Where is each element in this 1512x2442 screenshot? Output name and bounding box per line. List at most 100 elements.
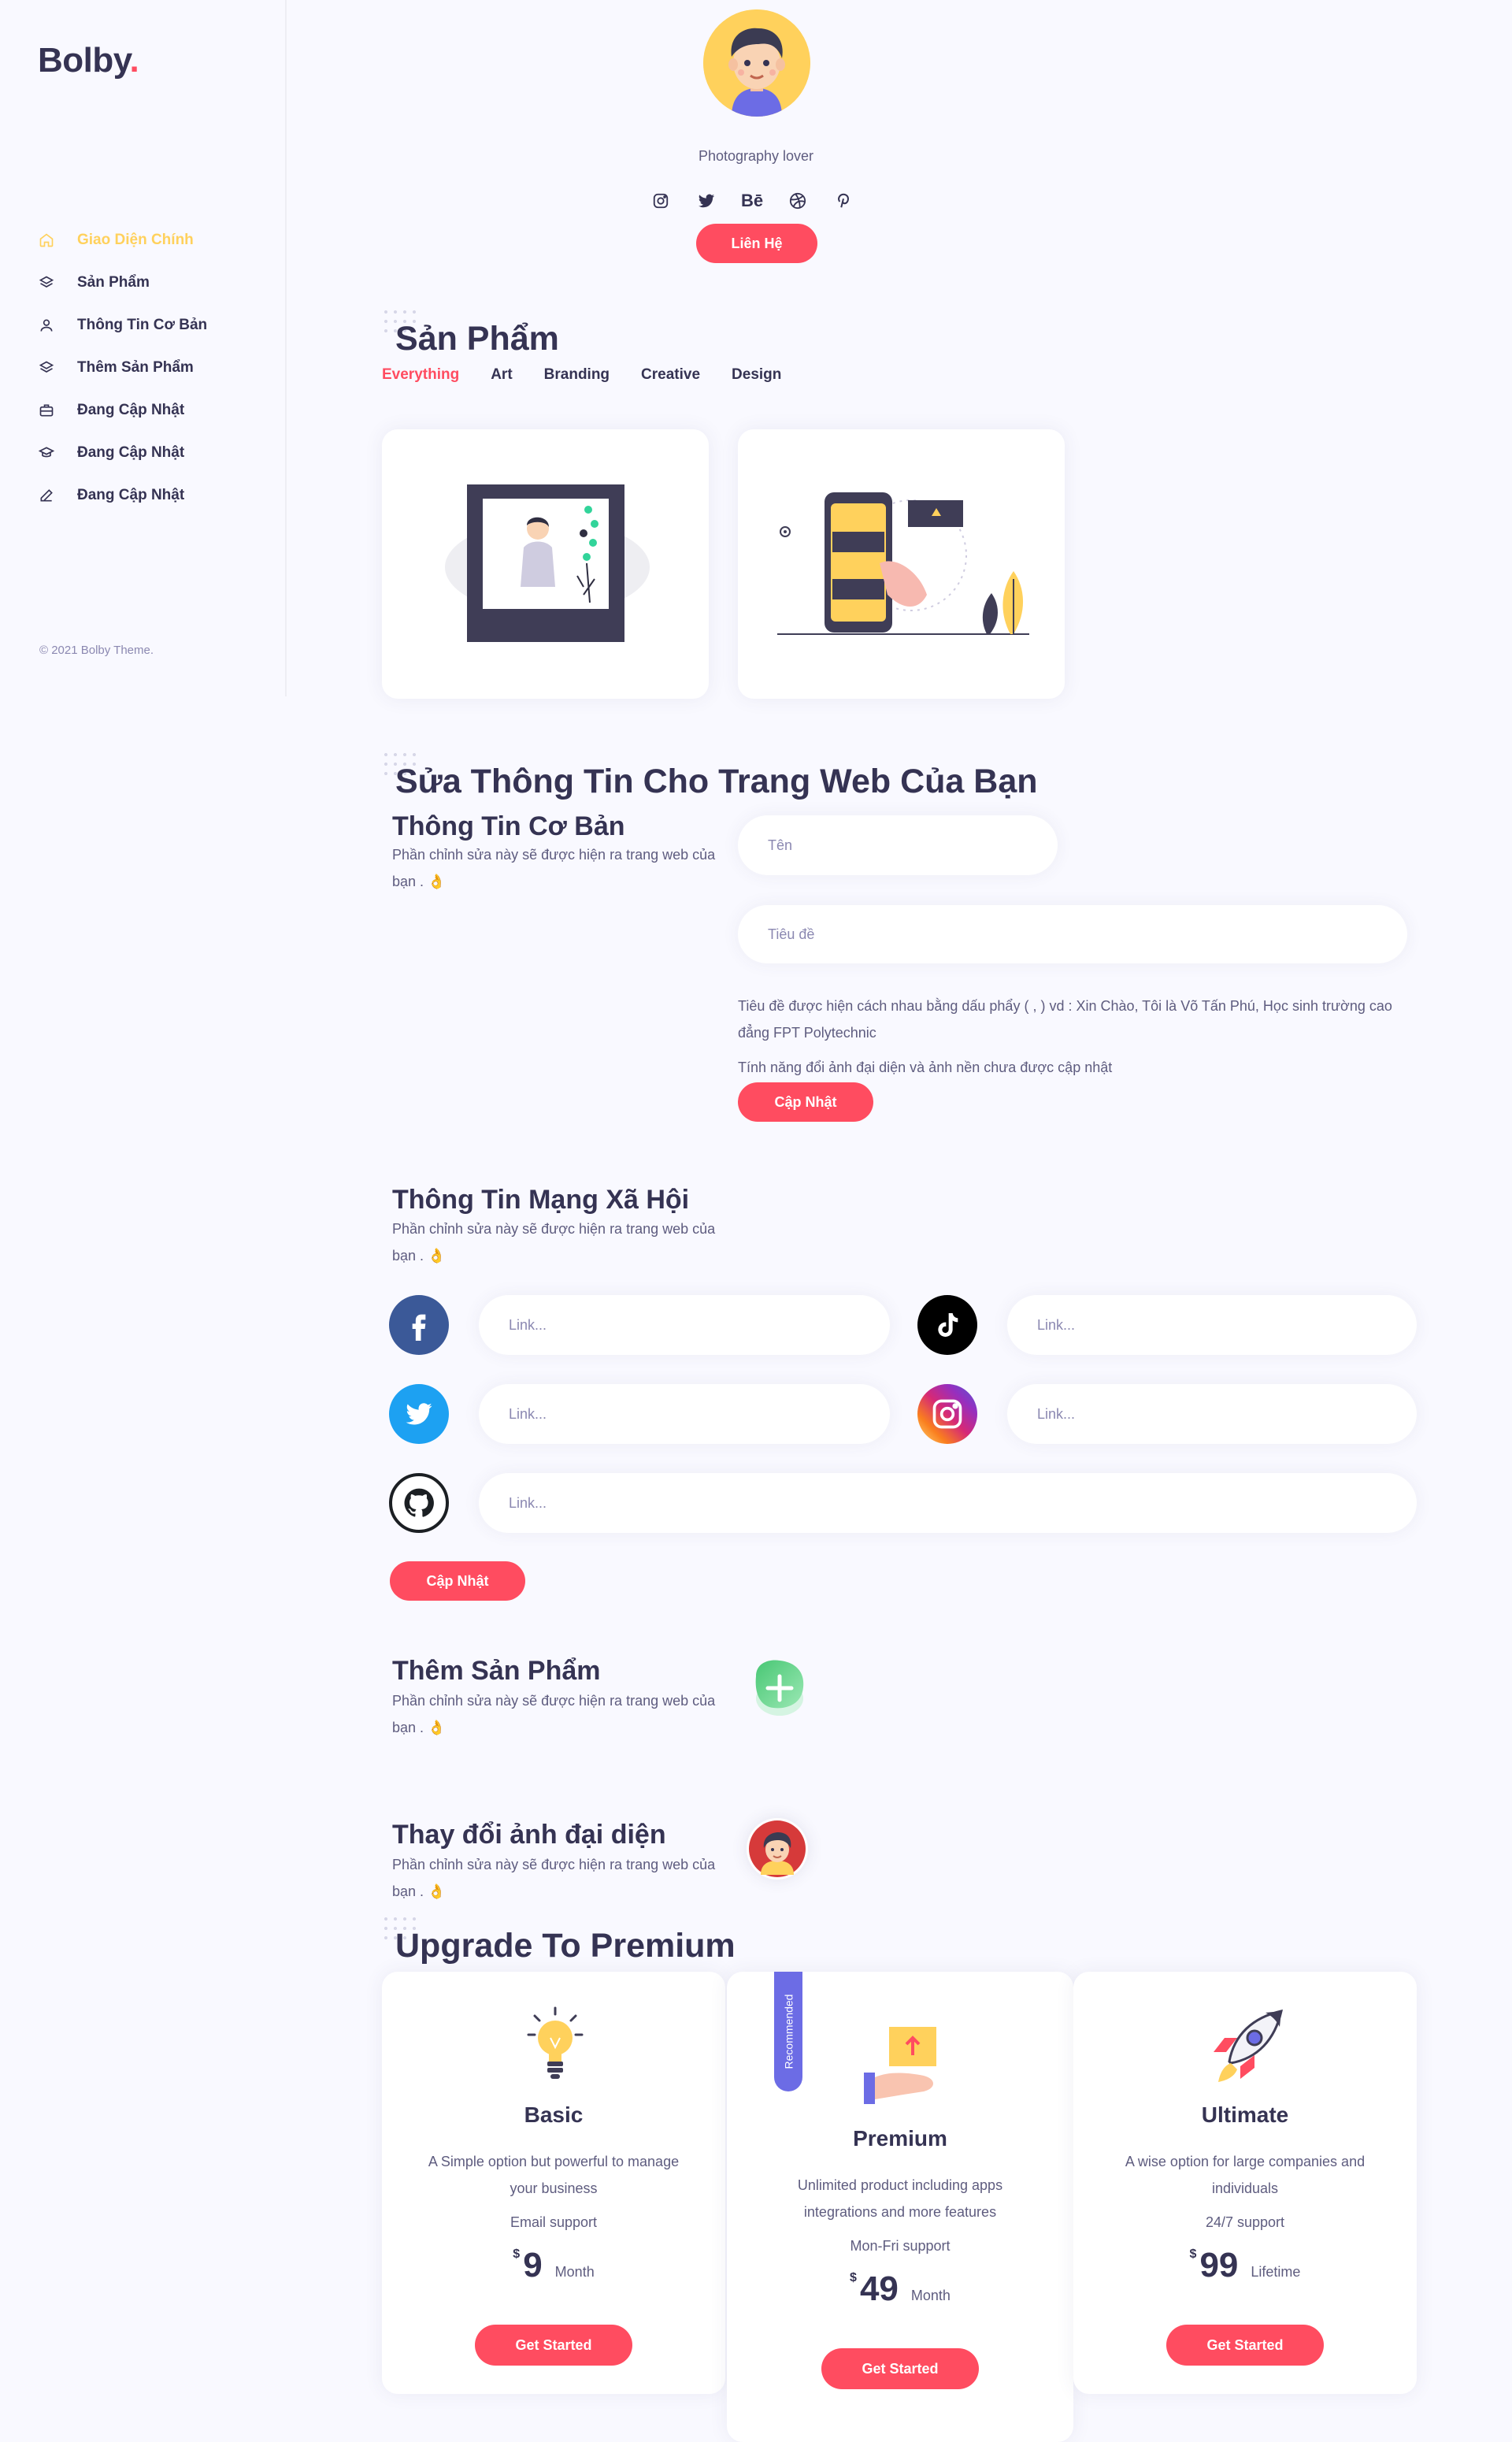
- plan-amount: 9: [523, 2246, 543, 2284]
- plan-price: $ 99 Lifetime: [1073, 2246, 1417, 2285]
- filter-creative[interactable]: Creative: [641, 366, 700, 384]
- get-started-button[interactable]: Get Started: [475, 2325, 632, 2366]
- add-product-button[interactable]: [742, 1653, 813, 1724]
- twitter-link-input[interactable]: Link...: [479, 1384, 890, 1444]
- plan-desc: A Simple option but powerful to manage y…: [428, 2154, 680, 2196]
- filter-design[interactable]: Design: [732, 366, 781, 384]
- contact-button[interactable]: Liên Hệ: [696, 224, 817, 263]
- change-avatar-button[interactable]: [747, 1818, 808, 1880]
- edit-icon: [38, 487, 55, 504]
- layers-icon: [38, 359, 55, 377]
- products-title: Sản Phẩm: [395, 320, 559, 358]
- recommended-ribbon: Recommended: [774, 1972, 802, 2091]
- pricing-title: Upgrade To Premium: [395, 1927, 736, 1965]
- plan-currency: $: [513, 2247, 521, 2261]
- behance-icon[interactable]: Bē: [741, 191, 763, 211]
- filter-branding[interactable]: Branding: [544, 366, 610, 384]
- instagram-icon[interactable]: [650, 191, 671, 211]
- filter-art[interactable]: Art: [491, 366, 512, 384]
- brand-logo[interactable]: Bolby.: [38, 41, 139, 80]
- sidebar-item-label: Đang Cập Nhật: [77, 444, 185, 461]
- basic-info-title: Thông Tin Cơ Bản: [392, 811, 625, 841]
- sidebar-item-updating-3[interactable]: Đang Cập Nhật: [38, 474, 207, 517]
- copyright: © 2021 Bolby Theme.: [39, 644, 154, 657]
- plan-period: Month: [910, 2288, 951, 2303]
- tagline: Photography lover: [698, 148, 814, 164]
- plan-desc: Unlimited product including apps integra…: [797, 2177, 1003, 2220]
- plan-amount: 49: [859, 2269, 899, 2308]
- pricing-card-premium: Recommended Premium Unlimited product in…: [727, 1972, 1073, 2442]
- home-icon: [38, 232, 55, 249]
- edit-section-title: Sửa Thông Tin Cho Trang Web Của Bạn: [395, 763, 1038, 800]
- twitter-icon[interactable]: [696, 191, 717, 211]
- plan-currency: $: [850, 2271, 857, 2284]
- sidebar-item-updating-2[interactable]: Đang Cập Nhật: [38, 432, 207, 474]
- update-basic-button[interactable]: Cập Nhật: [738, 1082, 873, 1122]
- dribbble-icon[interactable]: [788, 191, 808, 211]
- pinterest-icon[interactable]: [833, 191, 854, 211]
- plan-period: Month: [554, 2264, 595, 2280]
- sidebar-item-basic-info[interactable]: Thông Tin Cơ Bản: [38, 304, 207, 347]
- sidebar-item-home[interactable]: Giao Diện Chính: [38, 219, 207, 262]
- briefcase-icon: [38, 402, 55, 419]
- get-started-button[interactable]: Get Started: [821, 2348, 979, 2389]
- facebook-icon: [389, 1295, 449, 1355]
- tiktok-link-input[interactable]: Link...: [1007, 1295, 1417, 1355]
- add-product-desc: Phần chỉnh sửa này sẽ được hiện ra trang…: [392, 1693, 716, 1735]
- product-illustration: [445, 484, 650, 642]
- filter-everything[interactable]: Everything: [382, 366, 459, 384]
- ribbon-label: Recommended: [782, 1994, 795, 2069]
- pricing-card-basic: Basic A Simple option but powerful to ma…: [382, 1972, 725, 2394]
- plan-desc: A wise option for large companies and in…: [1125, 2154, 1366, 2196]
- product-filters: Everything Art Branding Creative Design: [382, 366, 781, 384]
- plus-icon: [755, 1660, 804, 1716]
- user-icon: [38, 317, 55, 334]
- social-info-desc: Phần chỉnh sửa này sẽ được hiện ra trang…: [392, 1221, 716, 1264]
- layers-icon: [38, 274, 55, 291]
- sidebar-item-add-product[interactable]: Thêm Sản Phẩm: [38, 347, 207, 389]
- update-social-button[interactable]: Cập Nhật: [390, 1561, 525, 1601]
- rocket-icon: [1214, 2010, 1283, 2082]
- change-avatar-title: Thay đổi ảnh đại diện: [392, 1820, 666, 1850]
- plan-name: Premium: [853, 2126, 947, 2151]
- avatar-note: Tính năng đổi ảnh đại diện và ảnh nền ch…: [738, 1060, 1113, 1075]
- github-icon: [389, 1473, 449, 1533]
- instagram-icon: [917, 1384, 977, 1444]
- name-input[interactable]: Tên: [738, 815, 1058, 875]
- github-link-input[interactable]: Link...: [479, 1473, 1417, 1533]
- product-card[interactable]: [382, 429, 709, 699]
- basic-info-desc: Phần chỉnh sửa này sẽ được hiện ra trang…: [392, 847, 716, 889]
- headline-input[interactable]: Tiêu đề: [738, 905, 1407, 963]
- plan-support: Mon-Fri support: [850, 2238, 951, 2254]
- hand-box-icon: [864, 2027, 936, 2104]
- plan-name: Basic: [524, 2102, 584, 2127]
- pricing-card-ultimate: Ultimate A wise option for large compani…: [1073, 1972, 1417, 2394]
- graduation-icon: [38, 444, 55, 462]
- sidebar-item-updating-1[interactable]: Đang Cập Nhật: [38, 389, 207, 432]
- tiktok-icon: [917, 1295, 977, 1355]
- change-avatar-desc: Phần chỉnh sửa này sẽ được hiện ra trang…: [392, 1857, 716, 1899]
- social-info-title: Thông Tin Mạng Xã Hội: [392, 1185, 690, 1215]
- product-illustration: [777, 492, 1029, 635]
- instagram-link-input[interactable]: Link...: [1007, 1384, 1417, 1444]
- sidebar-item-label: Đang Cập Nhật: [77, 487, 185, 503]
- sidebar-item-label: Thông Tin Cơ Bản: [77, 317, 208, 333]
- plan-price: $ 49 Month: [727, 2269, 1073, 2309]
- plan-period: Lifetime: [1251, 2264, 1301, 2280]
- twitter-icon: [389, 1384, 449, 1444]
- plan-support: Email support: [510, 2214, 598, 2230]
- add-product-title: Thêm Sản Phẩm: [392, 1656, 601, 1686]
- sidebar-item-label: Giao Diện Chính: [77, 232, 194, 248]
- sidebar-item-products[interactable]: Sản Phẩm: [38, 262, 207, 304]
- plan-price: $ 9 Month: [382, 2246, 725, 2285]
- social-links: Bē: [650, 191, 854, 211]
- sidebar-item-label: Sản Phẩm: [77, 274, 150, 291]
- plan-support: 24/7 support: [1205, 2214, 1285, 2230]
- sidebar: Bolby. Giao Diện Chính Sản Phẩm Thông Ti…: [0, 0, 287, 696]
- facebook-link-input[interactable]: Link...: [479, 1295, 890, 1355]
- get-started-button[interactable]: Get Started: [1166, 2325, 1324, 2366]
- plan-currency: $: [1189, 2247, 1197, 2261]
- headline-note: Tiêu đề được hiện cách nhau bằng dấu phẩ…: [738, 998, 1392, 1041]
- product-card[interactable]: [738, 429, 1065, 699]
- sidebar-item-label: Đang Cập Nhật: [77, 402, 185, 418]
